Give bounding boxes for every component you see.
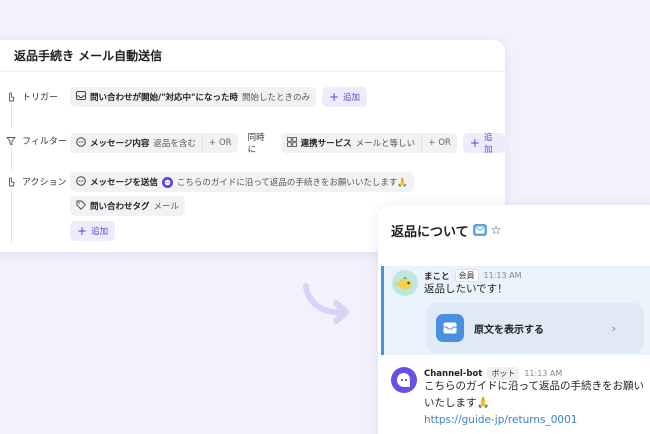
- chat-bubble-icon: [76, 175, 86, 189]
- filter-integration-chip[interactable]: 連携サービス メールと等しい + OR: [280, 133, 457, 153]
- tag-icon: [76, 200, 86, 213]
- filter-joiner: 同時に: [247, 133, 265, 155]
- action-chip-2-wrap: 問い合わせタグ メール: [70, 196, 186, 216]
- filter-add-button[interactable]: + 追加: [462, 133, 505, 155]
- trigger-add-button[interactable]: + 追加: [321, 87, 368, 107]
- connector-line: [11, 147, 12, 171]
- mail-icon: [436, 314, 464, 342]
- plus-icon: +: [469, 136, 480, 150]
- filter-or-button-2[interactable]: + OR: [421, 133, 451, 153]
- plus-icon: +: [428, 138, 436, 148]
- show-original-button[interactable]: 原文を表示する ›: [426, 303, 644, 353]
- rule-title: 返品手続き メール自動送信: [0, 40, 505, 72]
- chat-window: 返品について ☆ まこと 会員 11:13 AM 返品したいです！ 原文を表示す…: [378, 205, 650, 434]
- hand-pointer-icon: [6, 92, 16, 102]
- action-add-button[interactable]: + 追加: [70, 221, 116, 241]
- plus-icon: +: [328, 90, 340, 104]
- grid-icon: [286, 136, 297, 150]
- message-time: 11:13 AM: [524, 369, 563, 378]
- sender-name: まこと: [424, 271, 450, 282]
- bot-message-text: こちらのガイドに沿って返品の手続きをお願い いたします🙏 https://gui…: [424, 378, 644, 429]
- action-tag-chip[interactable]: 問い合わせタグ メール: [70, 196, 186, 216]
- chat-header: 返品について ☆: [378, 205, 650, 255]
- plus-icon: +: [208, 138, 216, 148]
- trigger-chips: 問い合わせが開始/"対応中"になった時 開始したときのみ + 追加: [70, 87, 368, 107]
- user-message: まこと 会員 11:13 AM 返品したいです！ 原文を表示する ›: [381, 266, 650, 355]
- inbox-icon: [76, 91, 86, 103]
- message-time: 11:13 AM: [483, 271, 522, 280]
- bot-avatar-icon: [161, 176, 173, 188]
- star-icon[interactable]: ☆: [491, 223, 502, 237]
- trigger-condition-chip[interactable]: 問い合わせが開始/"対応中"になった時 開始したときのみ: [70, 87, 316, 107]
- mail-icon: [472, 224, 487, 236]
- connector-line: [11, 103, 12, 129]
- hand-pointer-icon: [6, 177, 16, 187]
- guide-link[interactable]: https://guide-jp/returns_0001: [424, 412, 644, 429]
- filter-message-chip[interactable]: メッセージ内容 返品を含む + OR: [70, 133, 238, 153]
- user-message-text: 返品したいです！: [424, 283, 508, 295]
- filter-label: フィルター: [6, 134, 67, 147]
- filter-icon: [6, 136, 16, 146]
- action-send-message-chip[interactable]: メッセージを送信 こちらのガイドに沿って返品の手続きをお願いいたします🙏: [70, 172, 415, 192]
- action-label: アクション: [6, 175, 67, 188]
- flow-arrow-icon: [300, 282, 356, 330]
- chat-title: 返品について: [391, 224, 469, 240]
- filter-or-button-1[interactable]: + OR: [201, 133, 232, 153]
- connector-line: [11, 188, 12, 244]
- bot-avatar: [391, 367, 417, 393]
- action-add-wrap: + 追加: [70, 221, 116, 241]
- sender-name: Channel-bot: [424, 368, 483, 379]
- chat-bubble-icon: [76, 136, 86, 150]
- avatar: [392, 270, 418, 296]
- action-chip-1-wrap: メッセージを送信 こちらのガイドに沿って返品の手続きをお願いいたします🙏: [70, 172, 415, 192]
- trigger-label: トリガー: [6, 90, 58, 103]
- filter-chips: メッセージ内容 返品を含む + OR 同時に 連携サービス メールと等しい + OR…: [70, 131, 505, 155]
- plus-icon: +: [77, 224, 88, 238]
- chevron-right-icon: ›: [611, 321, 616, 335]
